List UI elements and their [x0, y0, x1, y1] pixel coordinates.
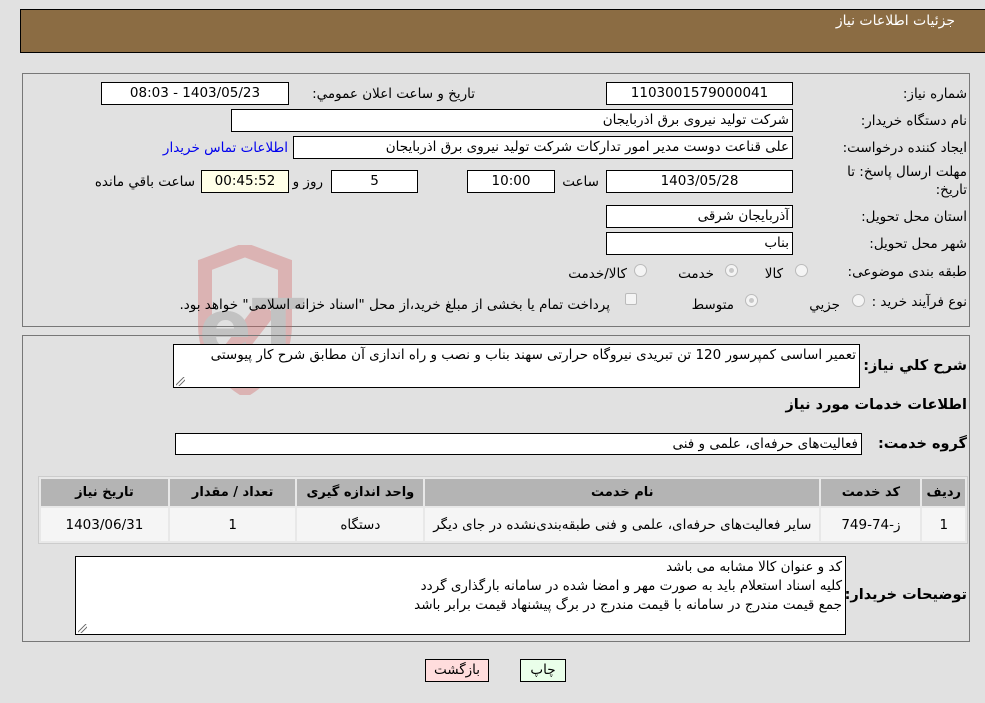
city-field[interactable]: بناب: [606, 232, 793, 255]
category-option-service: خدمت: [678, 266, 714, 282]
category-option-goods: کالا: [764, 266, 783, 282]
buyer-contact-link[interactable]: اطلاعات تماس خریدار: [163, 140, 288, 156]
province-label: استان محل تحویل:: [861, 209, 967, 225]
city-label: شهر محل تحویل:: [869, 236, 967, 252]
purchase-option-minor: جزيي: [809, 297, 840, 313]
treasury-checkbox[interactable]: [625, 293, 637, 305]
category-label: طبقه بندی موضوعی:: [847, 264, 967, 280]
requester-field[interactable]: علی قناعت دوست مدیر امور تدارکات شرکت تو…: [293, 136, 793, 159]
description-label: شرح کلي نیاز:: [863, 358, 967, 374]
cell-service-name: سایر فعالیت‌های حرفه‌ای، علمی و فنی طبقه…: [425, 508, 820, 541]
deadline-time-field[interactable]: 10:00: [467, 170, 555, 193]
purchase-type-label: نوع فرآیند خرید :: [871, 294, 967, 310]
need-number-label: شماره نیاز:: [902, 86, 967, 102]
col-need-date: تاریخ نیاز: [41, 479, 168, 506]
deadline-date-field[interactable]: 1403/05/28: [606, 170, 793, 193]
cell-need-date: 1403/06/31: [41, 508, 168, 541]
services-section-title: اطلاعات خدمات مورد نیاز: [785, 397, 967, 413]
col-quantity: تعداد / مقدار: [169, 479, 296, 506]
print-button[interactable]: چاپ: [520, 659, 566, 682]
requester-label: ایجاد کننده درخواست:: [842, 140, 967, 156]
services-table: ردیف کد خدمت نام خدمت واحد اندازه گیری ت…: [38, 476, 968, 544]
treasury-note: پرداخت تمام یا بخشی از مبلغ خرید،از محل …: [179, 297, 610, 313]
remaining-time-label: ساعت باقي مانده: [94, 174, 195, 190]
col-service-name: نام خدمت: [425, 479, 820, 506]
purchase-radio-minor[interactable]: [852, 294, 865, 307]
buyer-note-line: کلیه اسناد استعلام باید به صورت مهر و ام…: [420, 578, 842, 594]
deadline-label-line1: مهلت ارسال پاسخ: تا: [847, 164, 967, 180]
buyer-note-line: کد و عنوان کالا مشابه می باشد: [666, 559, 842, 575]
description-text: تعمیر اساسی کمپرسور 120 تن تبریدی نیروگا…: [210, 347, 856, 363]
category-radio-goods-service[interactable]: [634, 264, 647, 277]
cell-row-number: 1: [922, 508, 965, 541]
cell-service-code: ز-74-749: [821, 508, 921, 541]
announce-datetime-label: تاریخ و ساعت اعلان عمومي:: [312, 86, 475, 102]
remaining-time-field: 00:45:52: [201, 170, 289, 193]
category-radio-service[interactable]: [725, 264, 738, 277]
description-textarea[interactable]: تعمیر اساسی کمپرسور 120 تن تبریدی نیروگا…: [173, 344, 860, 388]
col-service-code: کد خدمت: [821, 479, 921, 506]
category-radio-goods[interactable]: [795, 264, 808, 277]
days-label: روز و: [292, 174, 323, 190]
table-header-row: ردیف کد خدمت نام خدمت واحد اندازه گیری ت…: [41, 479, 965, 506]
col-unit: واحد اندازه گیری: [297, 479, 424, 506]
category-option-goods-service: کالا/خدمت: [568, 266, 627, 282]
buyer-notes-textarea[interactable]: کد و عنوان کالا مشابه می باشد کلیه اسناد…: [75, 556, 846, 635]
cell-unit: دستگاه: [297, 508, 424, 541]
page-title: جزئیات اطلاعات نیاز: [835, 13, 955, 29]
deadline-time-label: ساعت: [562, 174, 599, 190]
remaining-days-field[interactable]: 5: [331, 170, 418, 193]
purchase-option-medium: متوسط: [691, 297, 734, 313]
buyer-notes-label: توضیحات خریدار:: [844, 587, 967, 603]
buyer-note-line: جمع قیمت مندرج در سامانه با قیمت مندرج د…: [414, 597, 842, 613]
buyer-org-field[interactable]: شرکت تولید نیروی برق اذربایجان: [231, 109, 793, 132]
purchase-radio-medium[interactable]: [745, 294, 758, 307]
province-field[interactable]: آذربایجان شرقی: [606, 205, 793, 228]
table-row: 1 ز-74-749 سایر فعالیت‌های حرفه‌ای، علمی…: [41, 508, 965, 541]
buyer-org-label: نام دستگاه خریدار:: [860, 113, 967, 129]
resize-grip-icon[interactable]: [176, 377, 185, 386]
service-group-field[interactable]: فعالیت‌های حرفه‌ای، علمی و فنی: [175, 433, 862, 455]
service-group-label: گروه خدمت:: [877, 436, 967, 452]
deadline-label-line2: تاریخ:: [935, 182, 967, 198]
need-number-field[interactable]: 1103001579000041: [606, 82, 793, 105]
resize-grip-icon[interactable]: [78, 624, 87, 633]
cell-quantity: 1: [169, 508, 296, 541]
back-button[interactable]: بازگشت: [425, 659, 489, 682]
announce-datetime-field[interactable]: 1403/05/23 - 08:03: [101, 82, 289, 105]
col-row-number: ردیف: [922, 479, 965, 506]
